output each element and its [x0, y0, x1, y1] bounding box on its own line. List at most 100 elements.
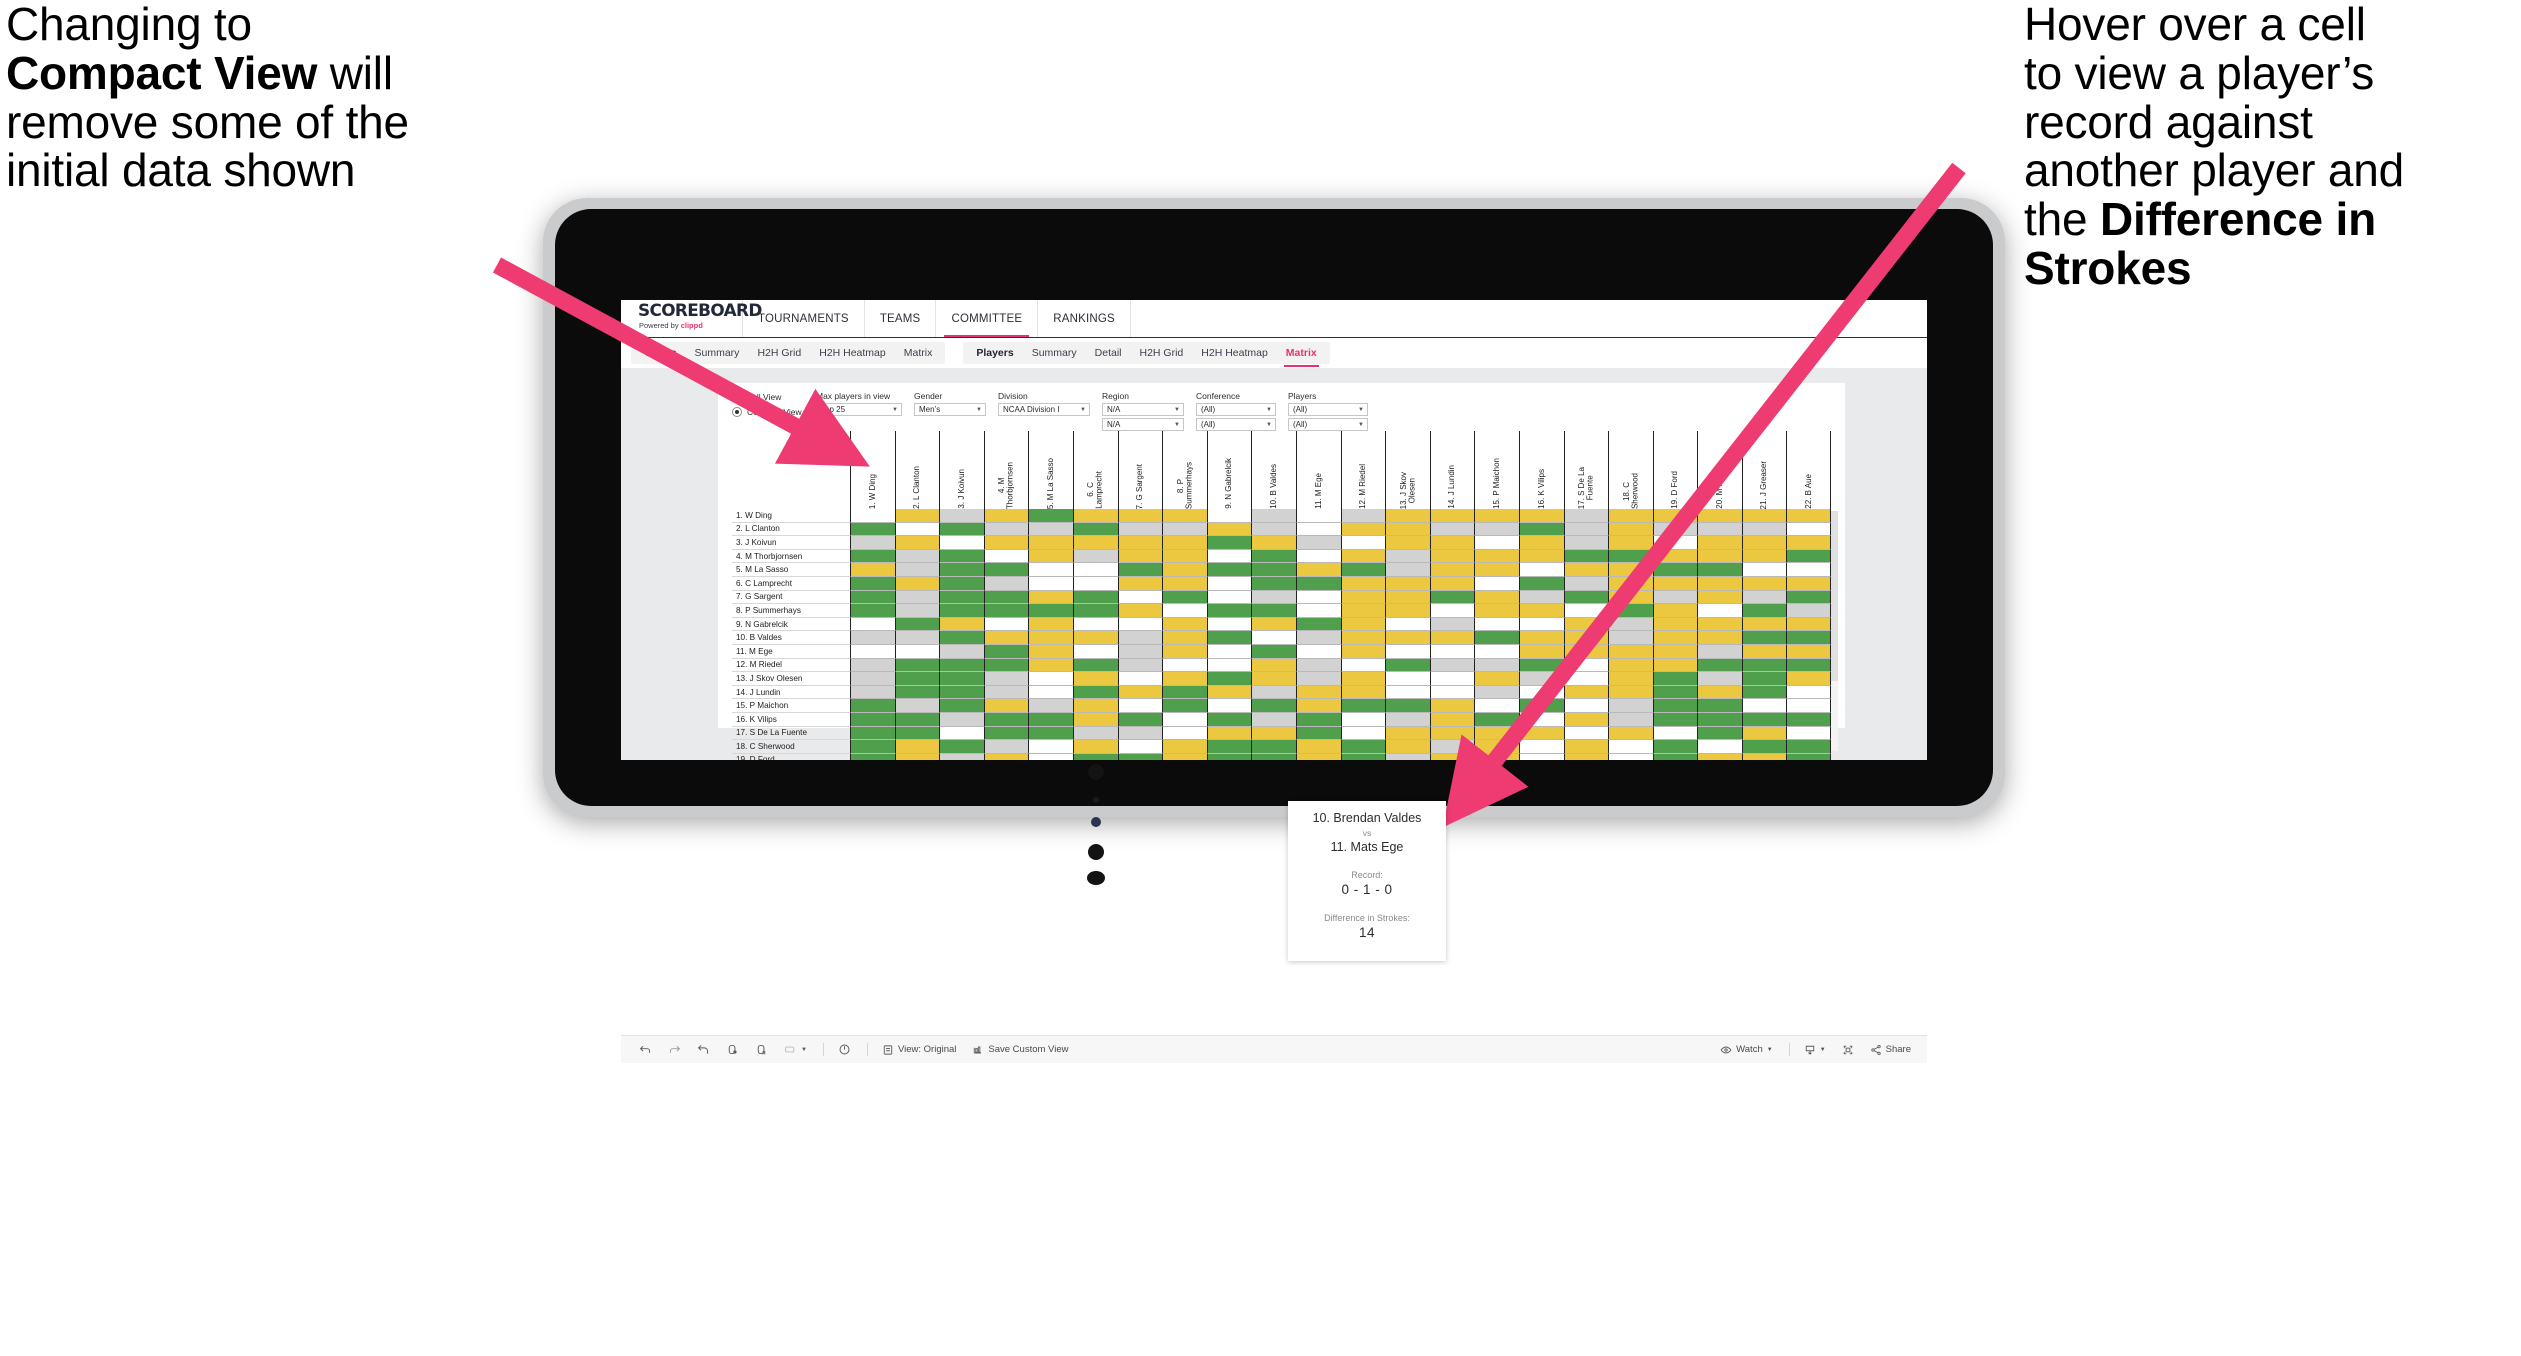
matrix-cell[interactable]	[983, 576, 1029, 591]
matrix-cell[interactable]	[939, 631, 984, 645]
matrix-cell[interactable]	[1474, 590, 1519, 605]
tab-players-detail[interactable]: Detail	[1086, 342, 1131, 364]
matrix-cell[interactable]	[939, 509, 984, 523]
matrix-cell[interactable]	[1162, 522, 1207, 537]
matrix-cell[interactable]	[1741, 753, 1787, 760]
matrix-cell[interactable]	[1741, 576, 1787, 591]
matrix-cell[interactable]	[983, 590, 1029, 605]
matrix-cell[interactable]	[1295, 590, 1341, 605]
matrix-cell[interactable]	[1697, 712, 1742, 727]
matrix-cell[interactable]	[1072, 522, 1118, 537]
matrix-cell[interactable]	[1117, 712, 1163, 727]
region-select-2[interactable]: N/A ▼	[1102, 418, 1184, 431]
matrix-column-header[interactable]: 22. B Aue	[1786, 431, 1832, 509]
matrix-cell[interactable]	[894, 522, 940, 537]
matrix-cell[interactable]	[1072, 536, 1118, 550]
matrix-cell[interactable]	[1429, 658, 1475, 673]
matrix-cell[interactable]	[983, 563, 1029, 577]
matrix-cell[interactable]	[1162, 604, 1207, 618]
matrix-cell[interactable]	[1518, 631, 1564, 645]
revert-button[interactable]	[697, 1043, 710, 1056]
matrix-cell[interactable]	[1117, 644, 1163, 659]
matrix-cell[interactable]	[1563, 672, 1609, 686]
matrix-cell[interactable]	[1028, 685, 1073, 700]
matrix-cell[interactable]	[1162, 631, 1207, 645]
matrix-cell[interactable]	[1028, 712, 1073, 727]
tab-teams-summary[interactable]: Summary	[686, 342, 749, 364]
matrix-cell[interactable]	[983, 712, 1029, 727]
matrix-cell[interactable]	[1429, 549, 1475, 564]
matrix-cell[interactable]	[939, 672, 984, 686]
matrix-row-label[interactable]: 5. M La Sasso	[732, 563, 850, 577]
matrix-cell[interactable]	[1340, 658, 1386, 673]
matrix-cell[interactable]	[1697, 672, 1742, 686]
matrix-cell[interactable]	[1518, 509, 1564, 523]
matrix-column-header[interactable]: 2. L Clanton	[894, 431, 940, 509]
matrix-cell[interactable]	[1295, 753, 1341, 760]
matrix-cell[interactable]	[1162, 617, 1207, 632]
matrix-cell[interactable]	[894, 658, 940, 673]
matrix-row-label[interactable]: 12. M Riedel	[732, 659, 850, 673]
matrix-cell[interactable]	[1741, 509, 1787, 523]
radio-compact-view[interactable]: Compact View	[732, 407, 804, 417]
matrix-cell[interactable]	[983, 522, 1029, 537]
matrix-cell[interactable]	[1786, 658, 1832, 673]
matrix-cell[interactable]	[1117, 576, 1163, 591]
matrix-cell[interactable]	[1474, 699, 1519, 713]
matrix-cell[interactable]	[894, 672, 940, 686]
pause-auto-update-button[interactable]	[755, 1043, 768, 1056]
matrix-cell[interactable]	[1117, 536, 1163, 550]
matrix-cell[interactable]	[983, 753, 1029, 760]
matrix-cell[interactable]	[1028, 631, 1073, 645]
matrix-cell[interactable]	[1206, 631, 1252, 645]
matrix-cell[interactable]	[983, 672, 1029, 686]
matrix-cell[interactable]	[1340, 522, 1386, 537]
matrix-cell[interactable]	[983, 509, 1029, 523]
matrix-cell[interactable]	[894, 536, 940, 550]
share-button[interactable]: Share	[1870, 1044, 1911, 1056]
matrix-cell[interactable]	[1117, 672, 1163, 686]
matrix-cell[interactable]	[1741, 685, 1787, 700]
tab-teams-matrix[interactable]: Matrix	[895, 342, 942, 364]
matrix-cell[interactable]	[1563, 685, 1609, 700]
matrix-cell[interactable]	[1117, 522, 1163, 537]
matrix-cell[interactable]	[1518, 712, 1564, 727]
matrix-cell[interactable]	[1652, 576, 1698, 591]
matrix-cell[interactable]	[1697, 576, 1742, 591]
matrix-cell[interactable]	[850, 536, 895, 550]
matrix-cell[interactable]	[1162, 549, 1207, 564]
matrix-cell[interactable]	[1518, 699, 1564, 713]
matrix-cell[interactable]	[983, 699, 1029, 713]
matrix-cell[interactable]	[1518, 549, 1564, 564]
matrix-cell[interactable]	[1385, 604, 1430, 618]
matrix-cell[interactable]	[1251, 536, 1296, 550]
matrix-cell[interactable]	[1072, 563, 1118, 577]
matrix-cell[interactable]	[939, 522, 984, 537]
matrix-cell[interactable]	[1072, 644, 1118, 659]
matrix-cell[interactable]	[1340, 726, 1386, 741]
matrix-cell[interactable]	[1652, 658, 1698, 673]
matrix-cell[interactable]	[1028, 726, 1073, 741]
matrix-cell[interactable]	[850, 576, 895, 591]
matrix-cell[interactable]	[1697, 631, 1742, 645]
matrix-cell[interactable]	[894, 726, 940, 741]
matrix-cell[interactable]	[1563, 536, 1609, 550]
matrix-cell[interactable]	[1474, 740, 1519, 754]
matrix-cell[interactable]	[1563, 509, 1609, 523]
matrix-cell[interactable]	[850, 753, 895, 760]
matrix-cell[interactable]	[1072, 549, 1118, 564]
matrix-cell[interactable]	[1474, 576, 1519, 591]
matrix-cell[interactable]	[1028, 644, 1073, 659]
tab-players-matrix[interactable]: Matrix	[1277, 342, 1326, 367]
matrix-cell[interactable]	[1518, 522, 1564, 537]
matrix-cell[interactable]	[1206, 536, 1252, 550]
conference-select-1[interactable]: (All) ▼	[1196, 403, 1276, 416]
matrix-cell[interactable]	[1518, 604, 1564, 618]
matrix-cell[interactable]	[1072, 509, 1118, 523]
matrix-cell[interactable]	[1429, 509, 1475, 523]
matrix-cell[interactable]	[1028, 740, 1073, 754]
matrix-cell[interactable]	[1563, 753, 1609, 760]
help-button[interactable]	[838, 1043, 851, 1056]
matrix-cell[interactable]	[1385, 753, 1430, 760]
matrix-cell[interactable]	[1295, 685, 1341, 700]
